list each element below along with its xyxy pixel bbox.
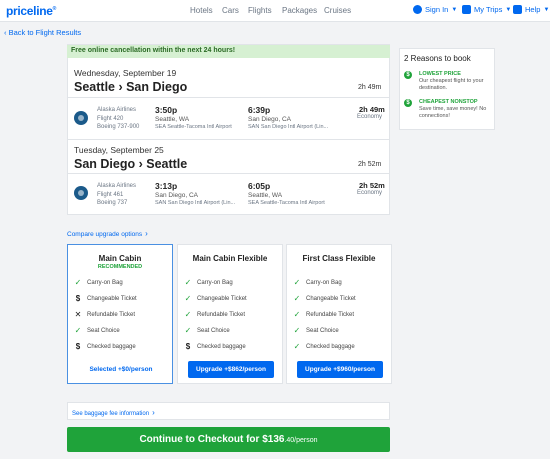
outbound-date: Wednesday, September 19 [74,68,177,78]
check-icon: ✓ [184,326,192,335]
return-total-duration: 2h 52m [358,161,382,168]
reasons-title: 2 Reasons to book [404,54,471,63]
chevron-right-icon: › [152,408,155,417]
dollar-icon: $ [185,342,191,351]
user-icon [413,5,422,14]
help-button[interactable]: Help ▼ [513,5,549,14]
return-cabin: Economy [357,190,383,196]
return-departure-airport: SAN San Diego Intl Airport (Lin... [155,200,236,206]
upgrade-main-cabin-flexible-button[interactable]: Upgrade +$862/person [188,361,274,378]
x-icon: ✕ [74,310,82,319]
return-route: San Diego › Seattle [74,157,188,171]
return-date: Tuesday, September 25 [74,145,164,155]
nav-packages[interactable]: Packages [282,6,317,15]
feature-item: ✓ Seat Choice [74,326,120,335]
return-arrival-airport: SEA Seattle-Tacoma Intl Airport [248,200,325,206]
outbound-total-duration: 2h 49m [358,84,382,91]
feature-item: ✓ Changeable Ticket [184,294,247,303]
check-icon: ✓ [74,326,82,335]
outbound-arrival-airport: SAN San Diego Intl Airport (Lin... [248,124,329,130]
check-icon: ✓ [293,278,301,287]
chevron-down-icon: ▼ [543,6,550,13]
compare-upgrade-options-link[interactable]: Compare upgrade options › [67,229,148,238]
chevron-down-icon: ▼ [451,6,458,13]
feature-item: $ Checked baggage [73,342,136,351]
check-icon: ✓ [74,278,82,287]
continue-to-checkout-button[interactable]: Continue to Checkout for $136.40/person [67,427,390,452]
feature-item: ✓ Seat Choice [184,326,230,335]
dollar-icon: $ [404,99,412,107]
trips-icon [462,5,471,14]
nav-flights[interactable]: Flights [248,6,272,15]
feature-item: $ Changeable Ticket [73,294,137,303]
outbound-airline-info: Alaska Airlines Flight 420 Boeing 737-90… [97,107,140,130]
outbound-arrival-city: San Diego, CA [248,116,291,123]
chevron-down-icon: ▼ [505,6,512,13]
outbound-route: Seattle › San Diego [74,80,188,94]
outbound-segment-duration: 2h 49m [359,105,385,114]
return-segment-duration: 2h 52m [359,181,385,190]
my-trips-button[interactable]: My Trips ▼ [462,5,511,14]
cancellation-banner: Free online cancellation within the next… [67,45,390,58]
plan-title: First Class Flexible [302,254,376,263]
plan-title: Main Cabin [98,254,142,263]
divider [68,97,389,98]
priceline-logo[interactable]: priceline® [6,4,56,18]
plan-title: Main Cabin Flexible [192,254,268,263]
baggage-fee-link[interactable]: See baggage fee information › [67,402,390,420]
help-icon [513,5,522,14]
alaska-airlines-logo [74,111,88,125]
feature-item: $ Checked baggage [183,342,246,351]
feature-item: ✓ Carry-on Bag [184,278,233,287]
selected-plan-button[interactable]: Selected +$0/person [78,361,164,378]
plan-first-class-flexible[interactable]: First Class Flexible ✓ Carry-on Bag ✓ Chan… [286,244,392,384]
alaska-airlines-logo [74,186,88,200]
check-icon: ✓ [184,278,192,287]
chevron-right-icon: › [145,229,148,238]
dollar-icon: $ [75,342,81,351]
check-icon: ✓ [184,294,192,303]
sign-in-button[interactable]: Sign In ▼ [413,5,457,14]
plan-main-cabin[interactable]: Main Cabin RECOMMENDED ✓ Carry-on Bag $ Ch… [67,244,173,384]
return-airline-info: Alaska Airlines Flight 461 Boeing 737 [97,183,137,206]
nav-cruises[interactable]: Cruises [324,6,351,15]
check-icon: ✓ [293,294,301,303]
feature-item: ✓ Changeable Ticket [293,294,356,303]
feature-item: ✓ Refundable Ticket [184,310,246,319]
nav-cars[interactable]: Cars [222,6,239,15]
feature-item: ✓ Checked baggage [293,342,355,351]
outbound-cabin: Economy [357,114,383,120]
outbound-arrival-time: 6:39p [248,105,271,115]
return-departure-time: 3:13p [155,181,178,191]
return-departure-city: San Diego, CA [155,192,198,199]
reasons-to-book-panel: 2 Reasons to book $ LOWEST PRICE Our che… [399,48,495,130]
feature-item: ✓ Refundable Ticket [293,310,355,319]
return-arrival-city: Seattle, WA [248,192,283,199]
divider [68,139,389,140]
check-icon: ✓ [293,342,301,351]
feature-item: ✕ Refundable Ticket [74,310,136,319]
check-icon: ✓ [293,310,301,319]
dollar-icon: $ [75,294,81,303]
back-to-results-link[interactable]: ‹ Back to Flight Results [4,28,81,37]
check-icon: ✓ [184,310,192,319]
feature-item: ✓ Carry-on Bag [293,278,342,287]
feature-item: ✓ Seat Choice [293,326,339,335]
divider [68,173,389,174]
outbound-departure-city: Seattle, WA [155,116,190,123]
recommended-badge: RECOMMENDED [97,264,143,270]
upgrade-first-class-flexible-button[interactable]: Upgrade +$960/person [297,361,383,378]
outbound-departure-time: 3:50p [155,105,178,115]
plan-main-cabin-flexible[interactable]: Main Cabin Flexible ✓ Carry-on Bag ✓ Chang… [177,244,283,384]
dollar-icon: $ [404,71,412,79]
return-arrival-time: 6:05p [248,181,271,191]
nav-hotels[interactable]: Hotels [190,6,213,15]
top-navigation-bar: priceline® Hotels Cars Flights Packages … [0,0,550,22]
outbound-departure-airport: SEA Seattle-Tacoma Intl Airport [155,124,232,130]
check-icon: ✓ [293,326,301,335]
feature-item: ✓ Carry-on Bag [74,278,123,287]
